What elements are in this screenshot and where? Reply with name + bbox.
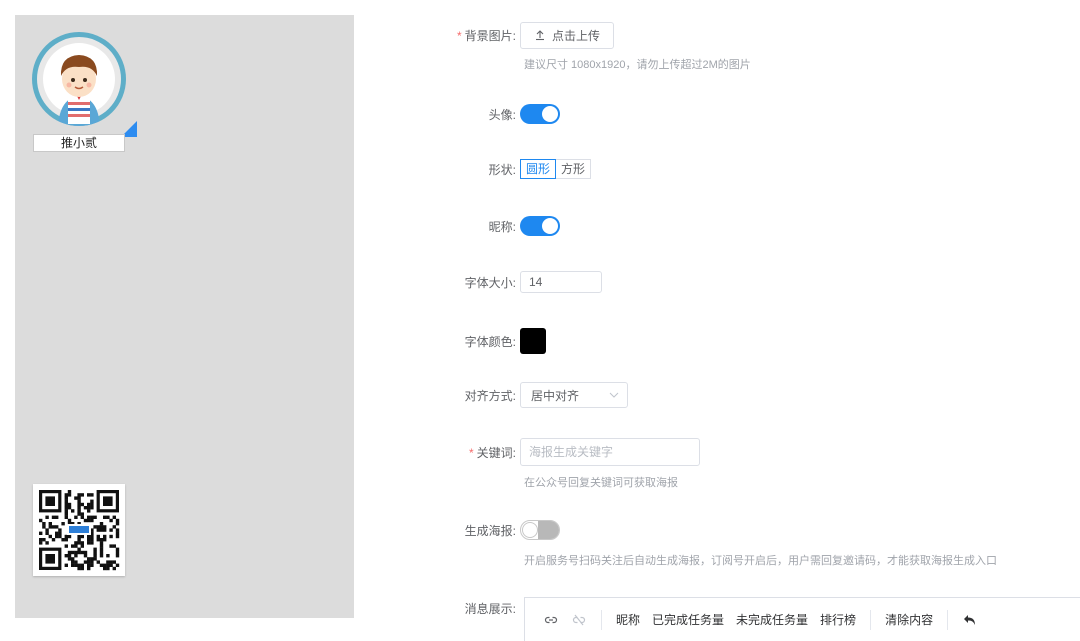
align-label: 对齐方式: [464, 388, 516, 403]
shape-row: 形状: 圆形 方形 [380, 155, 592, 183]
nickname-row: 昵称: [380, 212, 560, 240]
generate-hint: 开启服务号扫码关注后自动生成海报，订阅号开启后，用户需回复邀请码，才能获取海报生… [524, 555, 997, 567]
required-mark: * [468, 445, 474, 460]
switch-knob [542, 218, 558, 234]
avatar-row: 头像: [380, 100, 560, 128]
insert-completed-count-button[interactable]: 已完成任务量 [646, 611, 730, 628]
insert-nickname-button[interactable]: 昵称 [610, 611, 646, 628]
toolbar-divider [870, 609, 872, 630]
switch-knob [542, 106, 558, 122]
align-select[interactable]: 居中对齐 [520, 382, 628, 408]
avatar-label: 头像: [488, 107, 516, 122]
align-row: 对齐方式: 居中对齐 [380, 381, 628, 409]
insert-leaderboard-button[interactable]: 排行榜 [814, 611, 862, 628]
insert-incomplete-count-button[interactable]: 未完成任务量 [730, 611, 814, 628]
unlink-icon[interactable] [565, 613, 593, 627]
keyword-row: * 关键词: 海报生成关键字 [380, 438, 700, 466]
toolbar-divider [947, 609, 949, 630]
clear-content-button[interactable]: 清除内容 [879, 611, 939, 628]
upload-icon [536, 30, 544, 41]
message-editor-toolbar: 昵称 已完成任务量 未完成任务量 排行榜 清除内容 [524, 597, 1080, 641]
shape-label: 形状: [488, 162, 516, 177]
font-size-label: 字体大小: [464, 275, 516, 290]
link-icon[interactable] [537, 613, 565, 627]
keyword-input[interactable]: 海报生成关键字 [520, 438, 700, 466]
font-size-row: 字体大小: 14 [380, 268, 602, 296]
keyword-label: * 关键词: [468, 445, 516, 460]
upload-button[interactable]: 点击上传 [520, 21, 615, 49]
font-color-label: 字体颜色: [464, 334, 516, 349]
background-row: * 背景图片: 点击上传 [380, 21, 615, 49]
nickname-switch[interactable] [520, 216, 560, 236]
align-value: 居中对齐 [531, 388, 580, 403]
message-label: 消息展示: [464, 601, 516, 616]
nickname-label: 昵称: [488, 219, 516, 234]
toolbar-divider [601, 609, 602, 630]
generate-row: 生成海报: [380, 516, 560, 544]
generate-switch[interactable] [520, 520, 560, 540]
avatar-switch[interactable] [520, 104, 560, 124]
message-row: 消息展示: [380, 594, 520, 622]
font-color-row: 字体颜色: [380, 327, 546, 355]
shape-option-square[interactable]: 方形 [556, 159, 592, 179]
font-size-input[interactable]: 14 [520, 271, 602, 293]
shape-option-circle[interactable]: 圆形 [520, 159, 557, 179]
required-mark: * [456, 28, 462, 43]
chevron-down-icon [609, 392, 619, 398]
keyword-hint: 在公众号回复关键词可获取海报 [524, 477, 678, 489]
generate-label: 生成海报: [464, 523, 516, 538]
shape-selector: 圆形 方形 [520, 159, 592, 179]
poster-settings-form: * 背景图片: 点击上传 建议尺寸 1080x1920，请勿上传超过2M的图片 头… [0, 0, 1080, 641]
font-color-picker[interactable] [520, 328, 546, 354]
undo-icon[interactable] [956, 613, 984, 627]
background-label: * 背景图片: [456, 28, 516, 43]
upload-label: 点击上传 [552, 28, 601, 43]
switch-knob [522, 522, 538, 538]
background-hint: 建议尺寸 1080x1920，请勿上传超过2M的图片 [524, 59, 751, 71]
